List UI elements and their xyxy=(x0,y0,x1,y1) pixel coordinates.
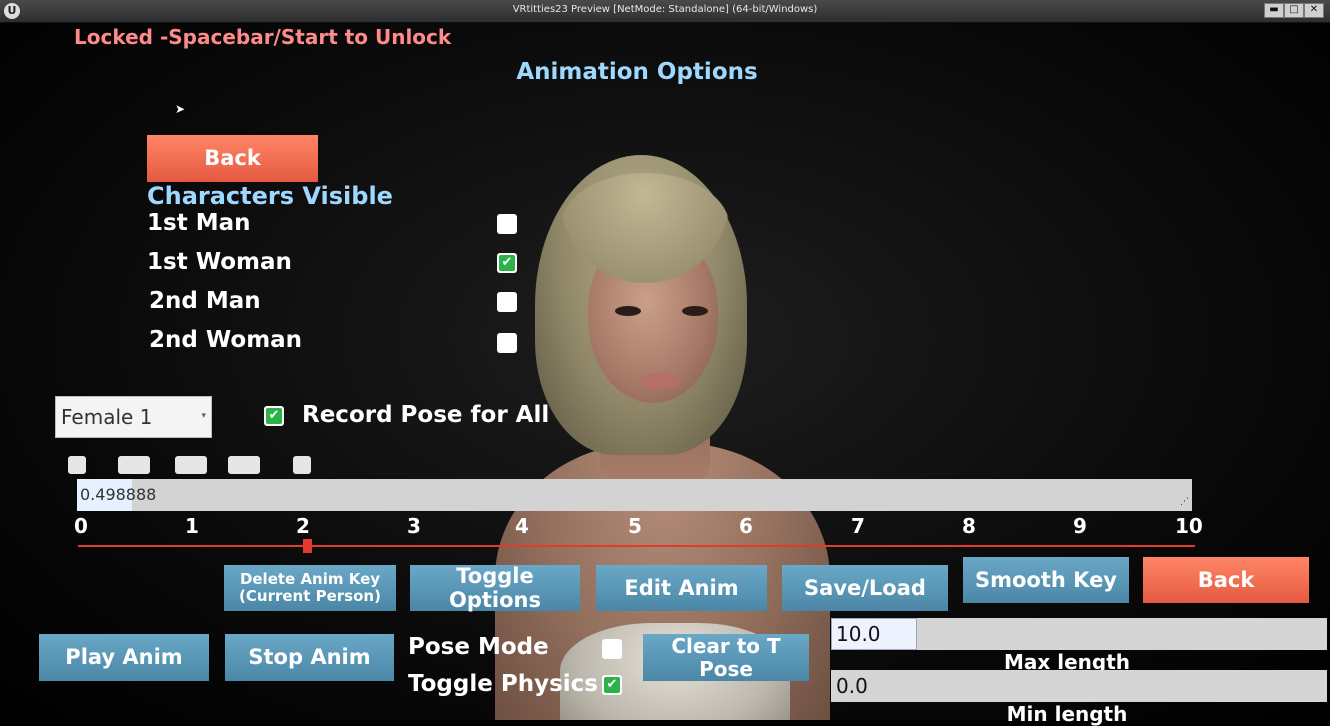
stop-anim-button[interactable]: Stop Anim xyxy=(225,634,394,681)
close-button[interactable]: ✕ xyxy=(1304,3,1324,18)
save-load-button[interactable]: Save/Load xyxy=(782,565,948,611)
timeline-slider-handle[interactable] xyxy=(303,539,312,553)
checkmark-icon: ✔ xyxy=(499,255,515,271)
person-select[interactable]: Female 1 ▾ xyxy=(55,396,212,438)
character-label-2nd-man: 2nd Man xyxy=(149,288,261,314)
delete-anim-key-sublabel: (Current Person) xyxy=(239,587,381,605)
timeline-tick: 6 xyxy=(739,514,753,538)
timeline-tick: 0 xyxy=(74,514,88,538)
character-label-2nd-woman: 2nd Woman xyxy=(149,327,303,353)
checkbox-1st-man[interactable] xyxy=(497,214,517,234)
clear-t-pose-button[interactable]: Clear to T Pose xyxy=(643,634,809,681)
anim-key-marker[interactable] xyxy=(118,456,150,474)
character-eye-right xyxy=(682,306,708,316)
checkbox-1st-woman[interactable]: ✔ xyxy=(497,253,517,273)
lock-status: Locked -Spacebar/Start to Unlock xyxy=(74,25,452,49)
mouse-cursor-icon: ➤ xyxy=(175,102,186,116)
anim-key-marker[interactable] xyxy=(228,456,260,474)
timeline-tick: 2 xyxy=(296,514,310,538)
checkmark-icon: ✔ xyxy=(266,408,282,424)
timeline-value: 0.498888 xyxy=(80,485,157,504)
character-label-1st-woman: 1st Woman xyxy=(147,249,292,275)
timeline-tick: 4 xyxy=(515,514,529,538)
character-lips xyxy=(640,373,680,389)
max-length-input[interactable]: 10.0 xyxy=(831,618,917,650)
anim-key-marker[interactable] xyxy=(68,456,86,474)
timeline-tick: 7 xyxy=(851,514,865,538)
min-length-label: Min length xyxy=(1006,702,1128,726)
timeline-tick: 5 xyxy=(628,514,642,538)
characters-visible-heading: Characters Visible xyxy=(147,182,393,210)
min-length-field[interactable]: 0.0 xyxy=(831,670,1327,702)
play-anim-button[interactable]: Play Anim xyxy=(39,634,209,681)
timeline-tick: 9 xyxy=(1073,514,1087,538)
back-button-bottom[interactable]: Back xyxy=(1143,557,1309,603)
window-title: VRtitties23 Preview [NetMode: Standalone… xyxy=(512,4,818,15)
pose-mode-label: Pose Mode xyxy=(408,634,549,660)
max-length-field[interactable]: 10.0 xyxy=(831,618,1327,650)
record-pose-checkbox[interactable]: ✔ xyxy=(264,406,284,426)
checkbox-2nd-man[interactable] xyxy=(497,292,517,312)
toggle-options-button[interactable]: Toggle Options xyxy=(410,564,580,612)
person-select-value: Female 1 xyxy=(61,405,153,429)
delete-anim-key-label: Delete Anim Key xyxy=(239,569,381,588)
record-pose-label: Record Pose for All xyxy=(302,402,550,428)
character-eye-left xyxy=(615,306,641,316)
min-length-input[interactable]: 0.0 xyxy=(831,670,917,702)
smooth-key-button[interactable]: Smooth Key xyxy=(963,557,1129,603)
timeline-value-field[interactable]: 0.498888 ⋰ xyxy=(77,479,1192,511)
timeline-tick: 8 xyxy=(962,514,976,538)
checkmark-icon: ✔ xyxy=(604,677,620,693)
timeline-tick: 3 xyxy=(407,514,421,538)
maximize-button[interactable]: □ xyxy=(1284,3,1304,18)
toggle-physics-checkbox[interactable]: ✔ xyxy=(602,675,622,695)
delete-anim-key-button[interactable]: Delete Anim Key (Current Person) xyxy=(224,565,396,611)
timeline-tick: 10 xyxy=(1175,514,1203,538)
anim-key-marker[interactable] xyxy=(293,456,311,474)
toggle-physics-label: Toggle Physics xyxy=(408,671,598,697)
character-label-1st-man: 1st Man xyxy=(147,210,251,236)
timeline-slider-track[interactable] xyxy=(78,545,1195,547)
checkbox-2nd-woman[interactable] xyxy=(497,333,517,353)
window-titlebar: U VRtitties23 Preview [NetMode: Standalo… xyxy=(0,0,1330,23)
resize-grip-icon: ⋰ xyxy=(1180,497,1189,507)
pose-mode-checkbox[interactable] xyxy=(602,639,622,659)
chevron-down-icon: ▾ xyxy=(201,411,206,421)
edit-anim-button[interactable]: Edit Anim xyxy=(596,565,767,611)
timeline-tick: 1 xyxy=(185,514,199,538)
character-bangs xyxy=(560,173,730,283)
game-viewport xyxy=(0,23,1330,720)
anim-key-marker[interactable] xyxy=(175,456,207,474)
back-button-top[interactable]: Back xyxy=(147,135,318,182)
minimize-button[interactable]: ▬ xyxy=(1264,3,1284,18)
page-title: Animation Options xyxy=(516,59,758,85)
